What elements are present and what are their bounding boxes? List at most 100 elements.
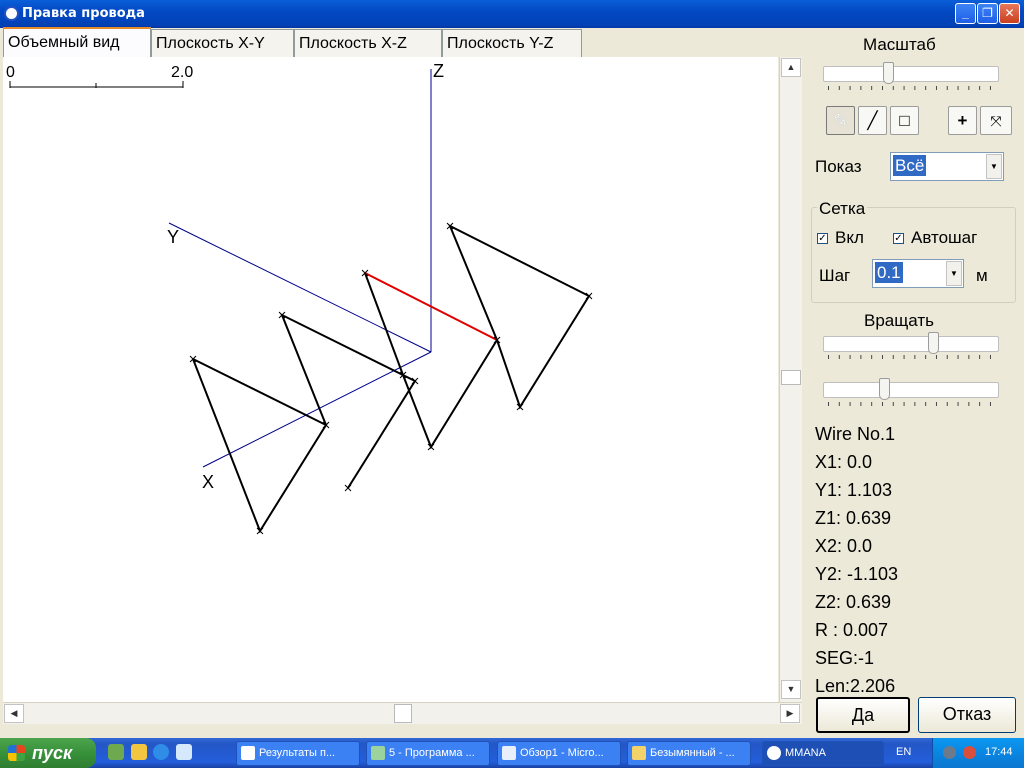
wire-number: Wire No.1 [815,424,896,444]
show-desktop-icon[interactable] [108,744,124,760]
step-field[interactable]: 0.1 ▼ [872,259,964,288]
line-tool-button[interactable]: ╱ [858,106,887,135]
window-title: Правка провода [22,6,145,21]
x-axis-label: X [202,472,214,492]
wire-z2: Z2: 0.639 [815,592,892,612]
scale-label: Масштаб [863,35,936,54]
wire-element-4 [448,223,591,410]
task-button-3[interactable]: Обзор1 - Micro... [497,741,621,766]
rotate-label: Вращать [864,311,934,330]
autostep-checkbox[interactable]: ✓ [893,233,904,244]
show-label: Показ [815,157,862,176]
scale-ruler [9,81,184,88]
app-icon[interactable] [4,6,19,21]
scale-slider-thumb[interactable] [883,62,894,84]
grid-on-checkbox[interactable]: ✓ [817,233,828,244]
grid-group [811,207,1016,303]
vertical-scroll-thumb[interactable] [781,370,801,385]
document-icon [241,746,255,760]
network-icon[interactable] [943,746,956,759]
add-button[interactable]: + [948,106,977,135]
plus-icon: + [957,111,968,130]
line-icon: ╱ [867,111,878,130]
wire-x1: X1: 0.0 [815,452,873,472]
minimize-button[interactable]: _ [955,3,976,24]
select-tool-button[interactable]: ✎ [826,106,855,135]
show-dropdown-value: Всё [893,155,927,176]
tab-3d-view[interactable]: Объемный вид [3,27,151,58]
tab-plane-yz[interactable]: Плоскость Y-Z [442,29,582,57]
antenna-3d-view[interactable]: 0 2.0 Z Y X [3,57,778,702]
scale-start-label: 0 [6,64,15,81]
task-button-mmana[interactable]: MMANA [762,741,884,766]
windows-flag-icon [8,745,25,761]
select-icon: ✎ [833,111,848,130]
scroll-down-button[interactable]: ▼ [781,680,801,699]
start-label: пуск [32,743,73,763]
show-dropdown[interactable]: Всё ▼ [890,152,1004,181]
rotate-slider-2-ticks [828,402,998,406]
autostep-label: Автошаг [911,228,978,247]
z-axis-label: Z [433,61,444,81]
step-unit: м [976,266,988,285]
restore-button[interactable]: ❐ [977,3,998,24]
scroll-right-button[interactable]: ▶ [780,704,800,723]
word-icon [502,746,516,760]
chevron-down-icon[interactable]: ▼ [986,154,1002,179]
fit-view-button[interactable]: ⤧ [980,106,1012,135]
quick-launch-icon[interactable] [176,744,192,760]
wire-y1: Y1: 1.103 [815,480,893,500]
grid-group-label: Сетка [817,199,868,219]
horizontal-scroll-thumb[interactable] [394,704,412,723]
wire-segments: SEG:-1 [815,648,875,668]
language-indicator[interactable]: EN [896,746,911,758]
close-button[interactable]: ✕ [999,3,1020,24]
axes [168,69,432,468]
start-button[interactable]: пуск [0,738,96,768]
wire-markers [189,222,593,535]
tab-plane-xz[interactable]: Плоскость X-Z [294,29,442,57]
expand-icon: ⤧ [990,113,1002,129]
rotate-slider-1-ticks [828,355,998,359]
step-label: Шаг [819,266,851,285]
tab-plane-xy[interactable]: Плоскость X-Y [151,29,294,57]
title-bar[interactable]: Правка провода _ ❐ ✕ [0,0,1024,28]
clock[interactable]: 17:44 [985,746,1013,758]
y-axis-label: Y [167,227,179,247]
rotate-slider-1[interactable] [823,336,999,352]
wire-y2: Y2: -1.103 [815,564,899,584]
wire-x2: X2: 0.0 [815,536,873,556]
task-button-4[interactable]: Безымянный - ... [627,741,751,766]
rectangle-tool-button[interactable]: □ [890,106,919,135]
rotate-slider-2-thumb[interactable] [879,378,890,400]
wire-radius: R : 0.007 [815,620,889,640]
image-icon [371,746,385,760]
chevron-down-icon[interactable]: ▼ [946,261,962,286]
security-icon[interactable] [963,746,976,759]
wire-length: Len:2.206 [815,676,896,696]
wire-element-1 [192,358,328,534]
grid-on-label: Вкл [835,228,864,247]
internet-explorer-icon[interactable] [153,744,169,760]
ok-button[interactable]: Да [816,697,910,733]
system-tray: 17:44 [932,738,1024,768]
step-field-value: 0.1 [875,262,903,283]
paint-icon [632,746,646,760]
rectangle-icon: □ [899,111,910,130]
mmana-icon [767,746,781,760]
cancel-button[interactable]: Отказ [918,697,1016,733]
task-button-1[interactable]: Результаты п... [236,741,360,766]
media-icon[interactable] [131,744,147,760]
scale-slider[interactable] [823,66,999,82]
rotate-slider-1-thumb[interactable] [928,332,939,354]
wires [192,223,591,534]
scale-slider-ticks [828,86,998,90]
wire-element-3b [402,339,498,450]
horizontal-scrollbar[interactable]: ◀ ▶ [3,702,802,724]
wire-z1: Z1: 0.639 [815,508,892,528]
vertical-scrollbar[interactable]: ▲ ▼ [779,57,802,702]
task-button-2[interactable]: 5 - Программа ... [366,741,490,766]
scroll-left-button[interactable]: ◀ [4,704,24,723]
scroll-up-button[interactable]: ▲ [781,58,801,77]
rotate-slider-2[interactable] [823,382,999,398]
